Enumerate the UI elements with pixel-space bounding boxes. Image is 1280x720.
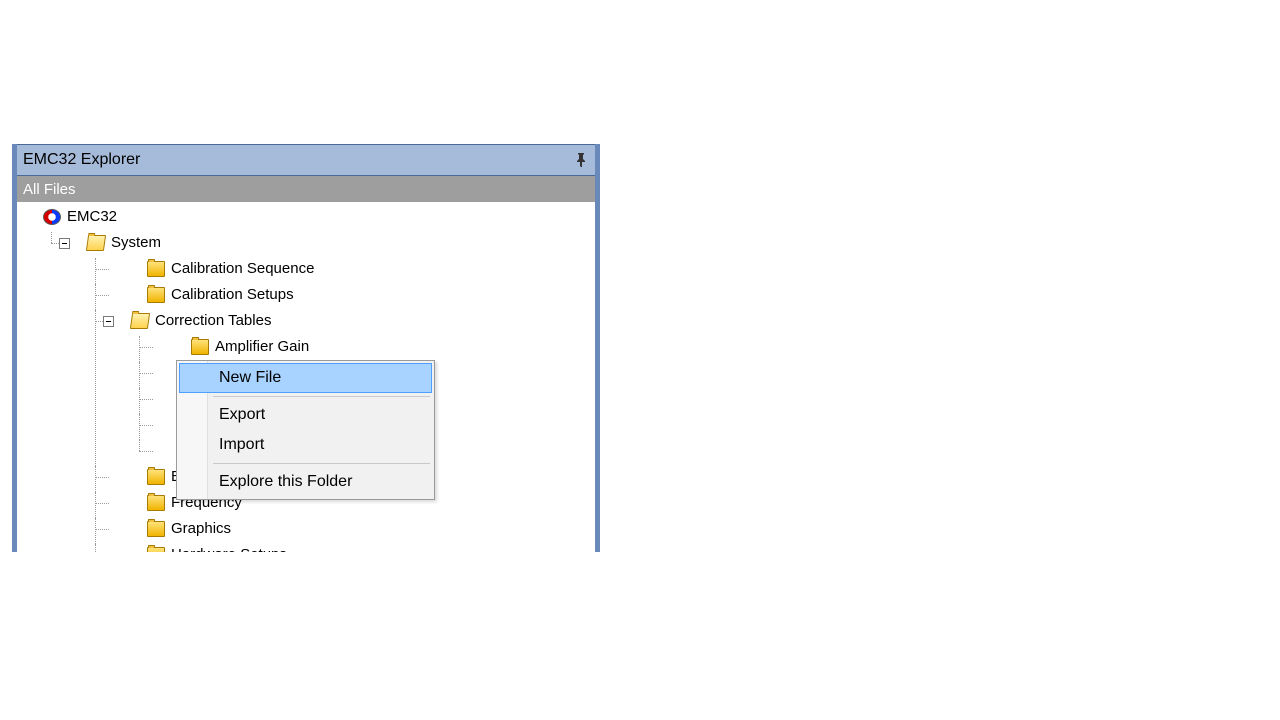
- collapse-icon[interactable]: [103, 316, 114, 327]
- menu-item-new-file[interactable]: New File: [179, 363, 432, 393]
- folder-icon: [147, 261, 165, 277]
- tree-label-root: EMC32: [65, 206, 119, 228]
- tree-label: Calibration Setups: [169, 284, 296, 306]
- folder-open-icon: [86, 235, 106, 251]
- folder-icon: [147, 287, 165, 303]
- tree-node-amp-gain[interactable]: Amplifier Gain: [155, 336, 593, 362]
- menu-item-explore-folder[interactable]: Explore this Folder: [179, 467, 432, 497]
- menu-item-export[interactable]: Export: [179, 400, 432, 430]
- panel-title: EMC32 Explorer: [23, 151, 573, 169]
- tree-node-graphics[interactable]: Graphics: [111, 518, 593, 544]
- subheader-label: All Files: [23, 181, 76, 198]
- menu-separator: [213, 396, 430, 397]
- context-menu: New File Export Import Explore this Fold…: [176, 360, 435, 500]
- tree-node-hardware-setups[interactable]: Hardware Setups: [111, 544, 593, 552]
- panel-title-bar[interactable]: EMC32 Explorer: [17, 144, 595, 176]
- tree-label-system: System: [109, 232, 163, 254]
- tree-label: Calibration Sequence: [169, 258, 316, 280]
- menu-item-label: Import: [219, 436, 264, 453]
- pin-icon[interactable]: [573, 152, 589, 168]
- tree-label: Hardware Setups: [169, 544, 289, 552]
- menu-item-label: Explore this Folder: [219, 473, 352, 490]
- menu-item-label: New File: [219, 369, 281, 386]
- tree-label: Amplifier Gain: [213, 336, 311, 358]
- folder-icon: [147, 547, 165, 552]
- subheader-all-files[interactable]: All Files: [17, 176, 595, 202]
- tree-node-cal-seq[interactable]: Calibration Sequence: [111, 258, 593, 284]
- menu-item-label: Export: [219, 406, 265, 423]
- tree-node-cal-set[interactable]: Calibration Setups: [111, 284, 593, 310]
- folder-icon: [191, 339, 209, 355]
- folder-icon: [147, 469, 165, 485]
- app-icon: [43, 209, 61, 225]
- folder-icon: [147, 521, 165, 537]
- menu-separator: [213, 463, 430, 464]
- folder-icon: [147, 495, 165, 511]
- menu-item-import[interactable]: Import: [179, 430, 432, 460]
- tree-label: Graphics: [169, 518, 233, 540]
- collapse-icon[interactable]: [59, 238, 70, 249]
- folder-open-icon: [130, 313, 150, 329]
- tree-label: Correction Tables: [153, 310, 273, 332]
